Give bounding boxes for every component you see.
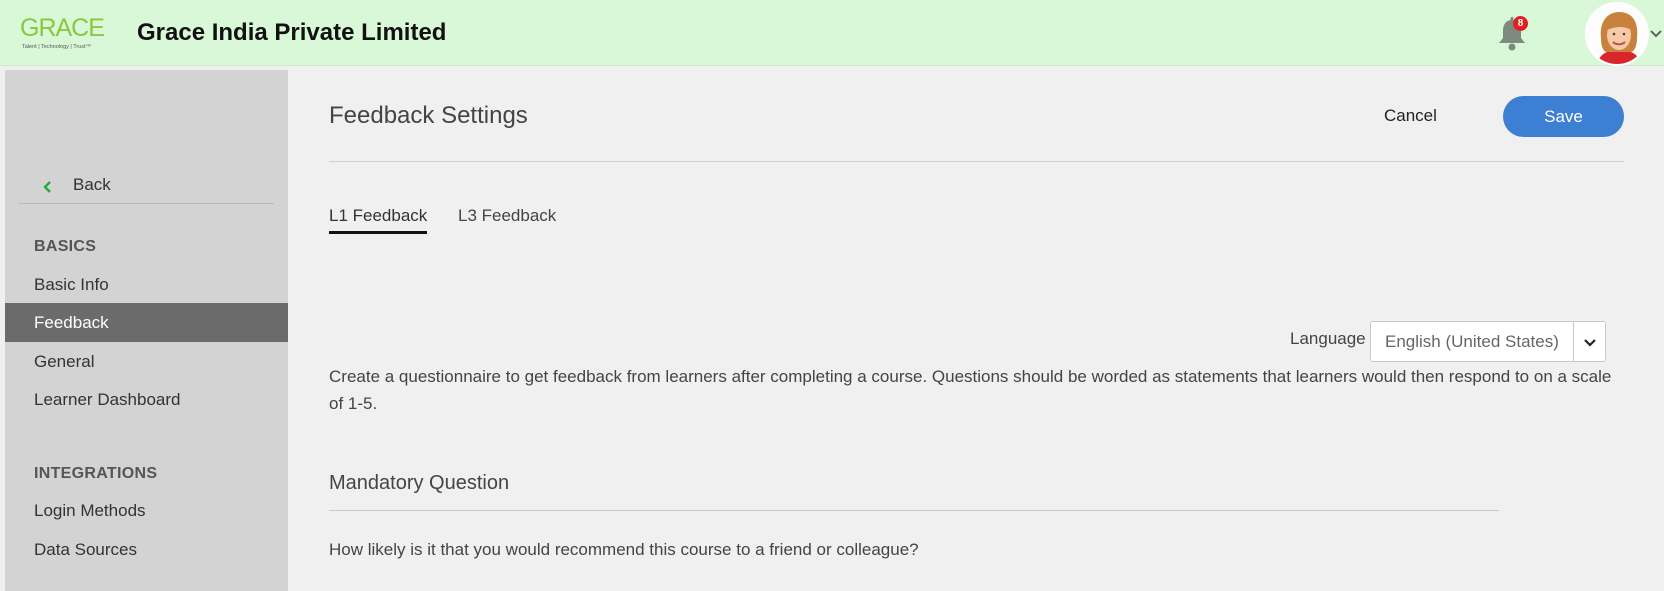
- language-select-divider: [1573, 322, 1574, 361]
- notification-count-badge: 8: [1513, 16, 1528, 31]
- back-label: Back: [73, 175, 111, 194]
- sidebar-item-data-sources[interactable]: Data Sources: [5, 530, 288, 569]
- top-header: GRACE Talent | Technology | Trust™ Grace…: [0, 0, 1664, 66]
- language-label: Language: [1290, 329, 1366, 348]
- save-button[interactable]: Save: [1503, 96, 1624, 137]
- logo-tagline: Talent | Technology | Trust™: [22, 44, 92, 50]
- language-select-value: English (United States): [1385, 332, 1559, 351]
- cancel-button[interactable]: Cancel: [1384, 104, 1437, 128]
- settings-sidebar: Back BASICS Basic Info Feedback General …: [5, 70, 288, 591]
- questionnaire-description: Create a questionnaire to get feedback f…: [329, 367, 1612, 413]
- mandatory-divider: [329, 510, 1499, 511]
- profile-menu-chevron-icon[interactable]: [1648, 27, 1664, 41]
- language-select[interactable]: English (United States): [1370, 321, 1606, 362]
- title-divider: [329, 161, 1624, 162]
- tab-l1-feedback[interactable]: L1 Feedback: [329, 204, 428, 234]
- user-avatar[interactable]: [1585, 2, 1649, 66]
- sidebar-section-integrations: INTEGRATIONS: [34, 465, 158, 482]
- back-chevron-icon: [41, 180, 53, 194]
- sidebar-item-feedback[interactable]: Feedback: [5, 303, 288, 342]
- company-logo[interactable]: GRACE Talent | Technology | Trust™: [20, 14, 105, 54]
- back-link[interactable]: Back: [19, 170, 274, 204]
- logo-wordmark: GRACE: [20, 14, 105, 42]
- sidebar-item-login-methods[interactable]: Login Methods: [5, 491, 288, 530]
- mandatory-question-text: How likely is it that you would recommen…: [329, 540, 919, 559]
- sidebar-item-basic-info[interactable]: Basic Info: [5, 265, 288, 304]
- sidebar-section-basics: BASICS: [34, 238, 97, 255]
- chevron-down-icon[interactable]: [1583, 336, 1597, 348]
- sidebar-item-learner-dashboard[interactable]: Learner Dashboard: [5, 380, 288, 419]
- tab-l3-feedback[interactable]: L3 Feedback: [458, 204, 556, 231]
- page-title: Feedback Settings: [329, 102, 528, 129]
- company-name: Grace India Private Limited: [137, 19, 447, 46]
- sidebar-item-general[interactable]: General: [5, 342, 288, 381]
- mandatory-question-heading: Mandatory Question: [329, 472, 510, 494]
